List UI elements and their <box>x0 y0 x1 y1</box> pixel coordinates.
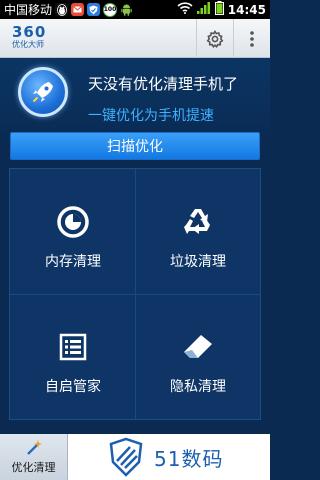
app-logo: 360 优化大师 <box>12 24 72 54</box>
magic-wand-icon <box>26 440 42 455</box>
grid-divider-horizontal <box>10 294 260 295</box>
shield-check-icon <box>87 3 101 16</box>
recycle-icon <box>181 205 215 239</box>
status-bar: 中国移动 100 14:45 <box>0 0 270 19</box>
app-header: 360 优化大师 <box>0 19 270 58</box>
promo-title: 天没有优化清理手机了 <box>88 75 239 93</box>
memory-clean-label: 内存清理 <box>45 254 101 270</box>
memory-clean-tile[interactable]: 内存清理 <box>10 169 136 295</box>
watermark: 51数码 <box>68 434 270 480</box>
startup-manager-tile[interactable]: 自启管家 <box>10 294 136 420</box>
scan-optimize-button[interactable]: 扫描优化 <box>10 132 260 160</box>
watermark-shield-logo <box>109 437 143 477</box>
logo-subtitle: 优化大师 <box>12 40 44 49</box>
clock: 14:45 <box>227 2 266 17</box>
carrier-name: 中国移动 <box>4 3 53 17</box>
rocket-icon <box>32 82 53 103</box>
logo-number: 360 <box>12 23 47 41</box>
rocket-boost-button[interactable] <box>18 67 68 117</box>
bottom-bar: 优化清理 51数码 <box>0 434 270 480</box>
memory-icon <box>56 205 90 239</box>
junk-clean-tile[interactable]: 垃圾清理 <box>135 169 261 295</box>
watermark-text: 51数码 <box>154 446 224 471</box>
badge-100-icon: 100 <box>103 2 118 17</box>
signal-icon <box>196 2 211 17</box>
battery-icon <box>214 1 224 18</box>
eraser-icon <box>181 330 215 364</box>
feature-grid: 内存清理 垃圾清理 自启管家 隐私清理 <box>9 168 261 420</box>
tab-optimize-clean-label: 优化清理 <box>11 461 56 474</box>
more-vertical-icon <box>249 30 254 47</box>
promo-subtitle: 一键优化为手机提速 <box>88 108 214 124</box>
junk-clean-label: 垃圾清理 <box>170 254 226 270</box>
tab-optimize-clean[interactable]: 优化清理 <box>0 434 68 480</box>
startup-list-icon <box>58 330 88 364</box>
promo-panel: 天没有优化清理手机了 一键优化为手机提速 <box>0 58 270 134</box>
wifi-icon <box>177 2 193 17</box>
privacy-clean-tile[interactable]: 隐私清理 <box>135 294 261 420</box>
penguin-icon <box>55 3 69 16</box>
more-menu-button[interactable] <box>233 19 269 58</box>
privacy-clean-label: 隐私清理 <box>170 379 226 395</box>
startup-manager-label: 自启管家 <box>45 379 101 395</box>
gear-icon <box>206 29 223 48</box>
settings-button[interactable] <box>196 19 232 58</box>
android-icon <box>120 3 133 16</box>
mail-icon <box>71 3 85 16</box>
